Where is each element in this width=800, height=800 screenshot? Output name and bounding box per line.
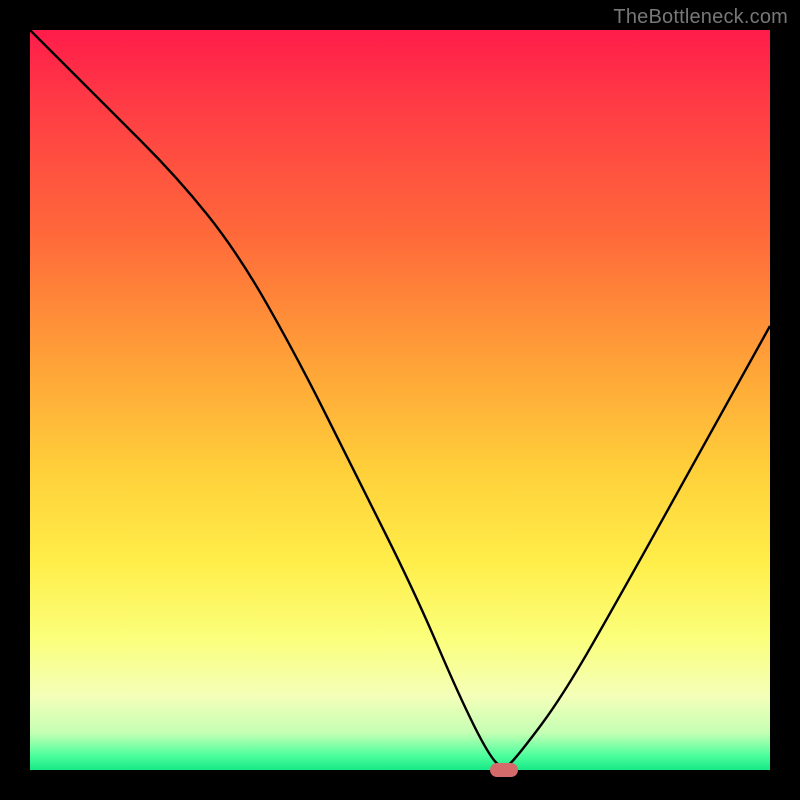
curve-path [30,30,770,766]
chart-frame: TheBottleneck.com [0,0,800,800]
bottleneck-curve [30,30,770,770]
plot-area [30,30,770,770]
optimal-marker [490,763,518,777]
watermark-text: TheBottleneck.com [613,6,788,29]
